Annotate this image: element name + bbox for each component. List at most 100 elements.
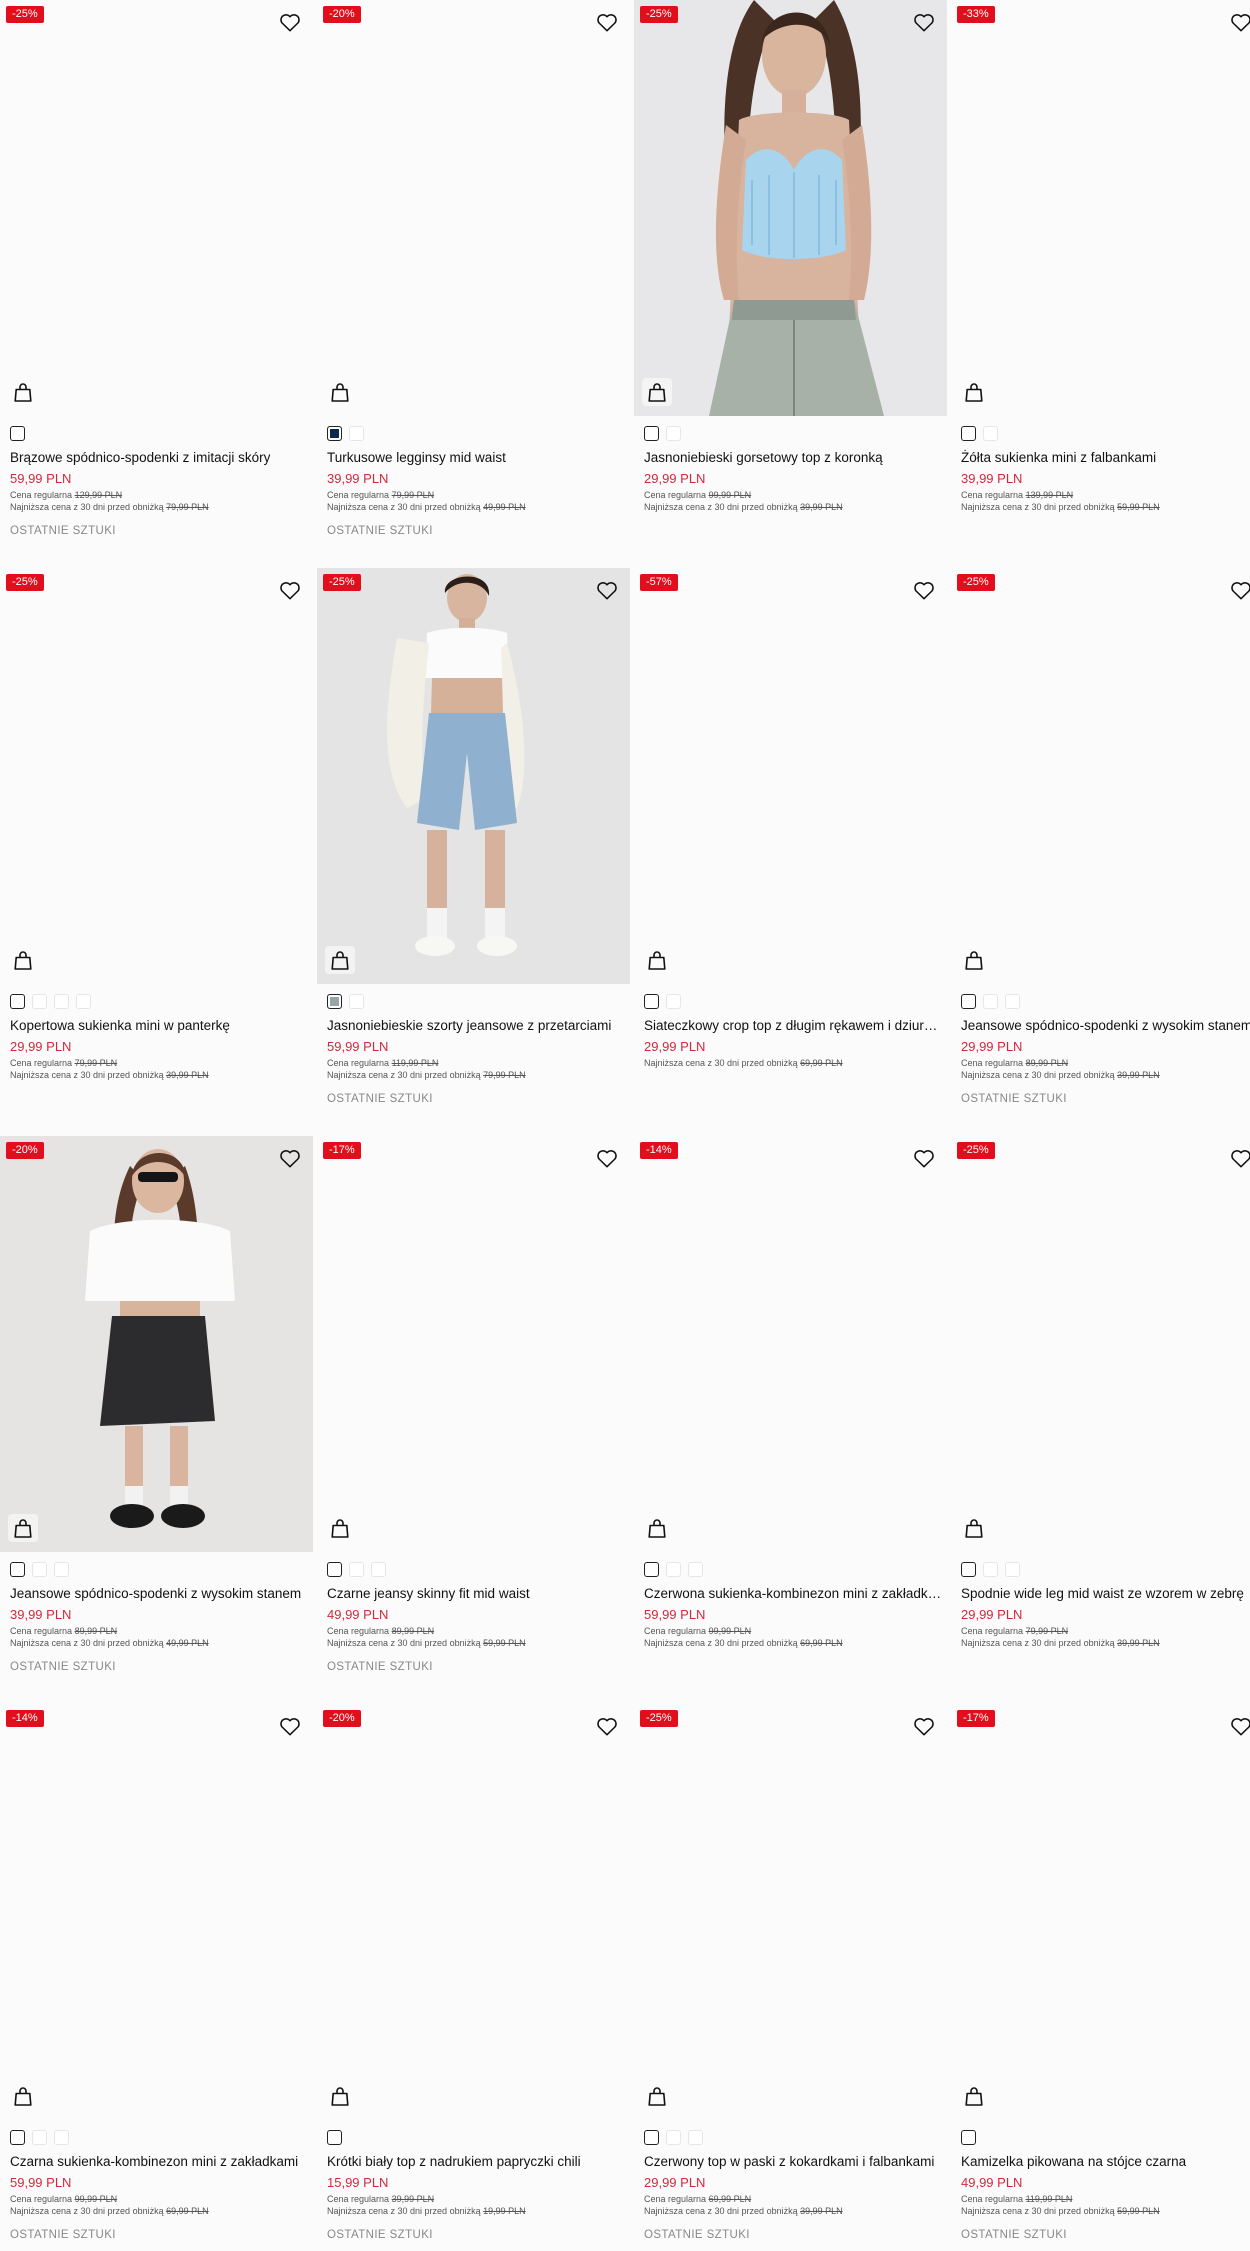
- heart-icon[interactable]: [279, 12, 301, 32]
- shopping-bag-icon[interactable]: [325, 946, 355, 974]
- color-swatch[interactable]: [10, 2130, 25, 2145]
- product-card[interactable]: -33% Żółta sukienka mini z falbankami 39…: [951, 0, 1250, 567]
- color-swatch[interactable]: [54, 2130, 69, 2145]
- color-swatch[interactable]: [688, 1562, 703, 1577]
- product-image[interactable]: -25%: [634, 1704, 947, 2120]
- color-swatch[interactable]: [54, 994, 69, 1009]
- color-swatch[interactable]: [1005, 1562, 1020, 1577]
- heart-icon[interactable]: [1230, 1716, 1250, 1736]
- shopping-bag-icon[interactable]: [325, 378, 355, 406]
- color-swatch[interactable]: [688, 2130, 703, 2145]
- product-card[interactable]: -20% Krótki biały top z nadrukiem papryc…: [317, 1704, 630, 2251]
- color-swatch[interactable]: [349, 426, 364, 441]
- product-image[interactable]: -25%: [951, 1136, 1250, 1552]
- color-swatch[interactable]: [349, 1562, 364, 1577]
- shopping-bag-icon[interactable]: [642, 378, 672, 406]
- color-swatch[interactable]: [1005, 994, 1020, 1009]
- shopping-bag-icon[interactable]: [642, 2082, 672, 2110]
- product-name[interactable]: Spodnie wide leg mid waist ze wzorem w z…: [961, 1585, 1250, 1602]
- shopping-bag-icon[interactable]: [959, 946, 989, 974]
- product-name[interactable]: Żółta sukienka mini z falbankami: [961, 449, 1250, 466]
- product-image[interactable]: -25%: [0, 0, 313, 416]
- product-name[interactable]: Czarne jeansy skinny fit mid waist: [327, 1585, 625, 1602]
- color-swatch[interactable]: [961, 994, 976, 1009]
- color-swatch[interactable]: [54, 1562, 69, 1577]
- color-swatch[interactable]: [666, 1562, 681, 1577]
- heart-icon[interactable]: [1230, 12, 1250, 32]
- product-image[interactable]: -33%: [951, 0, 1250, 416]
- product-name[interactable]: Czarna sukienka-kombinezon mini z zakład…: [10, 2153, 308, 2170]
- color-swatch[interactable]: [10, 426, 25, 441]
- heart-icon[interactable]: [596, 12, 618, 32]
- product-image[interactable]: -25%: [634, 0, 947, 416]
- heart-icon[interactable]: [913, 580, 935, 600]
- color-swatch[interactable]: [32, 1562, 47, 1577]
- color-swatch[interactable]: [10, 1562, 25, 1577]
- heart-icon[interactable]: [913, 12, 935, 32]
- product-card[interactable]: -14% Czerwona sukienka-kombinezon mini z…: [634, 1136, 947, 1703]
- shopping-bag-icon[interactable]: [325, 1514, 355, 1542]
- color-swatch[interactable]: [644, 994, 659, 1009]
- product-image[interactable]: -14%: [634, 1136, 947, 1552]
- shopping-bag-icon[interactable]: [959, 2082, 989, 2110]
- product-name[interactable]: Brązowe spódnico-spodenki z imitacji skó…: [10, 449, 308, 466]
- color-swatch[interactable]: [961, 2130, 976, 2145]
- color-swatch[interactable]: [327, 994, 342, 1009]
- product-image[interactable]: -20%: [0, 1136, 313, 1552]
- color-swatch[interactable]: [983, 994, 998, 1009]
- product-card[interactable]: -25% Brązowe spódnico-spodenki z imitacj…: [0, 0, 313, 567]
- shopping-bag-icon[interactable]: [8, 1514, 38, 1542]
- product-image[interactable]: -20%: [317, 1704, 630, 2120]
- product-name[interactable]: Jasnoniebieski gorsetowy top z koronką: [644, 449, 942, 466]
- product-card[interactable]: -25% Jeansowe spódnico-spodenki z wysoki…: [951, 568, 1250, 1135]
- product-name[interactable]: Turkusowe legginsy mid waist: [327, 449, 625, 466]
- shopping-bag-icon[interactable]: [642, 1514, 672, 1542]
- product-image[interactable]: -14%: [0, 1704, 313, 2120]
- product-name[interactable]: Kopertowa sukienka mini w panterkę: [10, 1017, 308, 1034]
- product-name[interactable]: Jeansowe spódnico-spodenki z wysokim sta…: [961, 1017, 1250, 1034]
- shopping-bag-icon[interactable]: [642, 946, 672, 974]
- color-swatch[interactable]: [10, 994, 25, 1009]
- product-image[interactable]: -17%: [317, 1136, 630, 1552]
- heart-icon[interactable]: [1230, 580, 1250, 600]
- product-card[interactable]: -25% Spodnie wide leg mid waist ze wzore…: [951, 1136, 1250, 1703]
- shopping-bag-icon[interactable]: [325, 2082, 355, 2110]
- product-image[interactable]: -25%: [317, 568, 630, 984]
- product-card[interactable]: -25% Jasnoniebieskie szorty jeansowe z p…: [317, 568, 630, 1135]
- heart-icon[interactable]: [596, 1716, 618, 1736]
- product-card[interactable]: -17% Czarne jeansy skinny fit mid waist …: [317, 1136, 630, 1703]
- product-name[interactable]: Krótki biały top z nadrukiem papryczki c…: [327, 2153, 625, 2170]
- color-swatch[interactable]: [644, 426, 659, 441]
- color-swatch[interactable]: [644, 1562, 659, 1577]
- heart-icon[interactable]: [279, 1148, 301, 1168]
- product-image[interactable]: -20%: [317, 0, 630, 416]
- color-swatch[interactable]: [666, 426, 681, 441]
- heart-icon[interactable]: [913, 1148, 935, 1168]
- product-card[interactable]: -20% Turkusowe legginsy mid waist 39,99 …: [317, 0, 630, 567]
- product-card[interactable]: -20% Jeansowe spódnico-spodenki z wysoki…: [0, 1136, 313, 1703]
- color-swatch[interactable]: [76, 994, 91, 1009]
- color-swatch[interactable]: [327, 2130, 342, 2145]
- color-swatch[interactable]: [666, 994, 681, 1009]
- color-swatch[interactable]: [371, 1562, 386, 1577]
- heart-icon[interactable]: [913, 1716, 935, 1736]
- product-name[interactable]: Jeansowe spódnico-spodenki z wysokim sta…: [10, 1585, 308, 1602]
- color-swatch[interactable]: [32, 994, 47, 1009]
- color-swatch[interactable]: [666, 2130, 681, 2145]
- color-swatch[interactable]: [983, 426, 998, 441]
- color-swatch[interactable]: [349, 994, 364, 1009]
- color-swatch[interactable]: [961, 426, 976, 441]
- shopping-bag-icon[interactable]: [8, 378, 38, 406]
- product-image[interactable]: -25%: [0, 568, 313, 984]
- product-card[interactable]: -57% Siateczkowy crop top z długim rękaw…: [634, 568, 947, 1135]
- shopping-bag-icon[interactable]: [8, 2082, 38, 2110]
- heart-icon[interactable]: [596, 1148, 618, 1168]
- color-swatch[interactable]: [983, 1562, 998, 1577]
- product-name[interactable]: Jasnoniebieskie szorty jeansowe z przeta…: [327, 1017, 625, 1034]
- product-name[interactable]: Siateczkowy crop top z długim rękawem i …: [644, 1017, 942, 1034]
- heart-icon[interactable]: [596, 580, 618, 600]
- product-image[interactable]: -17%: [951, 1704, 1250, 2120]
- product-image[interactable]: -25%: [951, 568, 1250, 984]
- product-card[interactable]: -25% Czerwony top w paski z kokardkami i…: [634, 1704, 947, 2251]
- heart-icon[interactable]: [279, 580, 301, 600]
